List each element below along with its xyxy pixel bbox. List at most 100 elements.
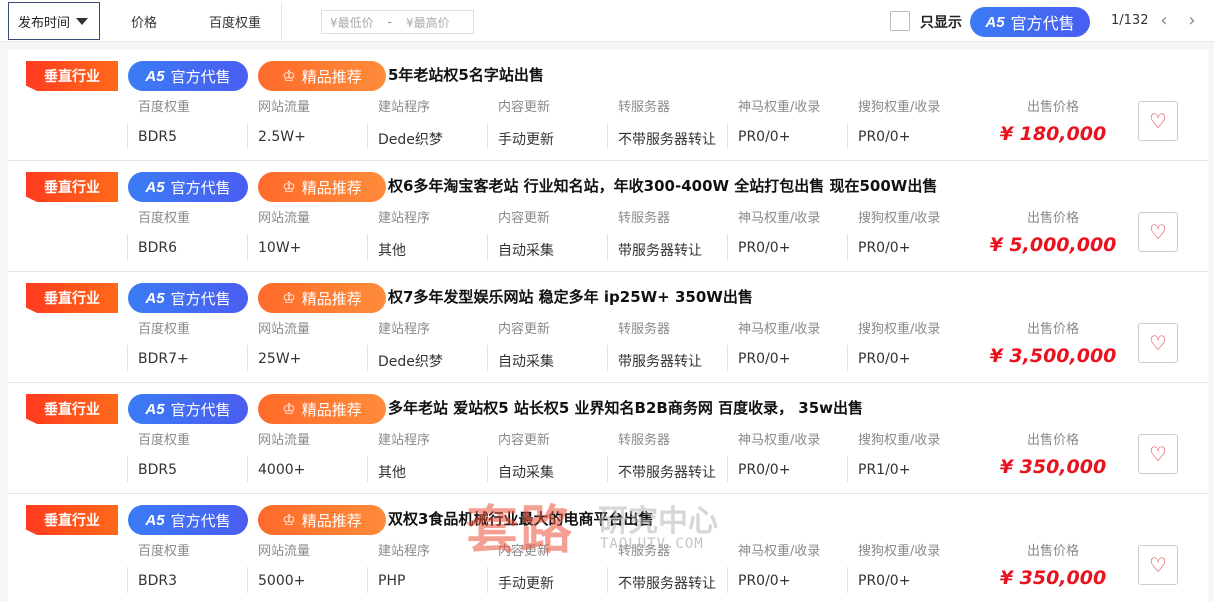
- listing-title[interactable]: 权6多年淘宝客老站 行业知名站，年收300-400W 全站打包出售 现在500W…: [388, 175, 937, 196]
- listing-card[interactable]: 垂直行业 A5 官方代售 ♔ 精品推荐 权6多年淘宝客老站 行业知名站，年收300-400…: [8, 161, 1208, 272]
- crown-icon: ♔: [282, 67, 296, 85]
- a5-official-badge: A5 官方代售: [128, 61, 248, 91]
- only-show-checkbox[interactable]: [890, 11, 910, 31]
- field-label: 搜狗权重/收录: [858, 322, 941, 337]
- listing-field: 转服务器 不带服务器转让: [607, 96, 738, 149]
- favorite-button[interactable]: ♡: [1138, 434, 1178, 474]
- premium-label: 精品推荐: [301, 67, 362, 86]
- next-page-icon[interactable]: ›: [1184, 9, 1200, 33]
- heart-icon: ♡: [1149, 553, 1167, 577]
- listing-title[interactable]: 权7多年发型娱乐网站 稳定多年 ip25W+ 350W出售: [388, 286, 753, 307]
- listing-field: 搜狗权重/收录 PR0/0+: [847, 318, 978, 371]
- field-value: PR0/0+: [847, 234, 978, 260]
- sort-dropdown[interactable]: 发布时间: [8, 2, 100, 40]
- field-label: 百度权重: [138, 322, 191, 337]
- listing-field: 转服务器 带服务器转让: [607, 207, 738, 260]
- a5-official-badge: A5 官方代售: [128, 394, 248, 424]
- field-label: 内容更新: [498, 322, 551, 337]
- field-value: BDR6: [127, 234, 258, 260]
- baidu-weight-sort[interactable]: 百度权重: [209, 12, 261, 31]
- price-label: 出售价格: [1026, 211, 1079, 226]
- premium-label: 精品推荐: [301, 178, 362, 197]
- listing-field: 百度权重 BDR7+: [127, 318, 258, 371]
- a5-logo-icon: A5: [145, 511, 165, 529]
- listing-field: 网站流量 4000+: [247, 429, 378, 482]
- crown-icon: ♔: [282, 178, 296, 196]
- field-label: 建站程序: [378, 433, 431, 448]
- favorite-button[interactable]: ♡: [1138, 323, 1178, 363]
- a5-logo-icon: A5: [145, 289, 165, 307]
- field-value: PR0/0+: [847, 345, 978, 371]
- caret-down-icon: [76, 17, 89, 25]
- field-label: 转服务器: [618, 322, 671, 337]
- a5-logo-icon: A5: [145, 400, 165, 418]
- field-value: PR0/0+: [727, 567, 858, 593]
- field-value: 自动采集: [487, 456, 618, 482]
- field-label: 网站流量: [258, 544, 311, 559]
- favorite-button[interactable]: ♡: [1138, 212, 1178, 252]
- prev-page-icon[interactable]: ‹: [1156, 9, 1172, 33]
- price-column: 出售价格 ¥ 350,000: [988, 429, 1118, 478]
- favorite-button[interactable]: ♡: [1138, 545, 1178, 585]
- price-range-input[interactable]: ¥最低价 - ¥最高价: [321, 10, 474, 34]
- listing-field: 建站程序 Dede织梦: [367, 96, 498, 149]
- field-value: PR0/0+: [727, 234, 858, 260]
- field-label: 搜狗权重/收录: [858, 211, 941, 226]
- field-value: Dede织梦: [367, 123, 498, 149]
- listing-field: 内容更新 自动采集: [487, 207, 618, 260]
- a5-official-badge: A5 官方代售: [128, 283, 248, 313]
- field-label: 神马权重/收录: [738, 100, 821, 115]
- field-label: 内容更新: [498, 433, 551, 448]
- field-value: 其他: [367, 234, 498, 260]
- field-value: BDR3: [127, 567, 258, 593]
- listing-title[interactable]: 5年老站权5名字站出售: [388, 64, 544, 85]
- listing-field: 神马权重/收录 PR0/0+: [727, 429, 858, 482]
- field-value: 不带服务器转让: [607, 123, 738, 149]
- field-value: PR0/0+: [847, 567, 978, 593]
- listing-card[interactable]: 垂直行业 A5 官方代售 ♔ 精品推荐 5年老站权5名字站出售 百度权重 BDR5 网站流量 2.…: [8, 50, 1208, 161]
- field-label: 网站流量: [258, 433, 311, 448]
- price-value: ¥ 3,500,000: [989, 345, 1117, 367]
- premium-label: 精品推荐: [301, 400, 362, 419]
- field-label: 转服务器: [618, 433, 671, 448]
- price-sort[interactable]: 价格: [131, 12, 157, 31]
- max-price-input[interactable]: ¥最高价: [406, 14, 450, 31]
- field-value: Dede织梦: [367, 345, 498, 371]
- listing-card[interactable]: 垂直行业 A5 官方代售 ♔ 精品推荐 多年老站 爱站权5 站长权5 业界知名B2B商务网…: [8, 383, 1208, 494]
- field-value: 不带服务器转让: [607, 567, 738, 593]
- listing-field: 网站流量 25W+: [247, 318, 378, 371]
- listing-field: 转服务器 带服务器转让: [607, 318, 738, 371]
- a5-official-filter[interactable]: A5 官方代售: [970, 7, 1090, 37]
- listing-field: 网站流量 5000+: [247, 540, 378, 593]
- min-price-input[interactable]: ¥最低价: [330, 14, 374, 31]
- toolbar-divider: [281, 2, 282, 40]
- field-label: 网站流量: [258, 100, 311, 115]
- favorite-button[interactable]: ♡: [1138, 101, 1178, 141]
- listing-field: 神马权重/收录 PR0/0+: [727, 96, 858, 149]
- field-label: 建站程序: [378, 544, 431, 559]
- listing-field: 百度权重 BDR5: [127, 429, 258, 482]
- vertical-industry-tag: 垂直行业: [26, 505, 118, 535]
- listing-field: 网站流量 10W+: [247, 207, 378, 260]
- listing-card[interactable]: 垂直行业 A5 官方代售 ♔ 精品推荐 双权3食品机械行业最大的电商平台出售 百度权重 BDR…: [8, 494, 1208, 602]
- vertical-industry-tag: 垂直行业: [26, 61, 118, 91]
- listing-title[interactable]: 双权3食品机械行业最大的电商平台出售: [388, 508, 653, 529]
- listing-field: 内容更新 手动更新: [487, 96, 618, 149]
- listing-field: 建站程序 Dede织梦: [367, 318, 498, 371]
- listing-field: 百度权重 BDR6: [127, 207, 258, 260]
- field-value: PR0/0+: [727, 345, 858, 371]
- vertical-industry-tag: 垂直行业: [26, 283, 118, 313]
- premium-label: 精品推荐: [301, 289, 362, 308]
- listing-title[interactable]: 多年老站 爱站权5 站长权5 业界知名B2B商务网 百度收录， 35w出售: [388, 397, 863, 418]
- field-label: 转服务器: [618, 544, 671, 559]
- field-value: BDR7+: [127, 345, 258, 371]
- listing-field: 转服务器 不带服务器转让: [607, 429, 738, 482]
- field-label: 搜狗权重/收录: [858, 544, 941, 559]
- field-value: PR0/0+: [727, 123, 858, 149]
- premium-tag: ♔ 精品推荐: [258, 394, 386, 424]
- listing-field: 转服务器不带服务器转让: [607, 540, 738, 593]
- listing-field: 建站程序 其他: [367, 207, 498, 260]
- price-label: 出售价格: [1026, 100, 1079, 115]
- listing-card[interactable]: 垂直行业 A5 官方代售 ♔ 精品推荐 权7多年发型娱乐网站 稳定多年 ip25W+ 35…: [8, 272, 1208, 383]
- listing-field: 神马权重/收录 PR0/0+: [727, 207, 858, 260]
